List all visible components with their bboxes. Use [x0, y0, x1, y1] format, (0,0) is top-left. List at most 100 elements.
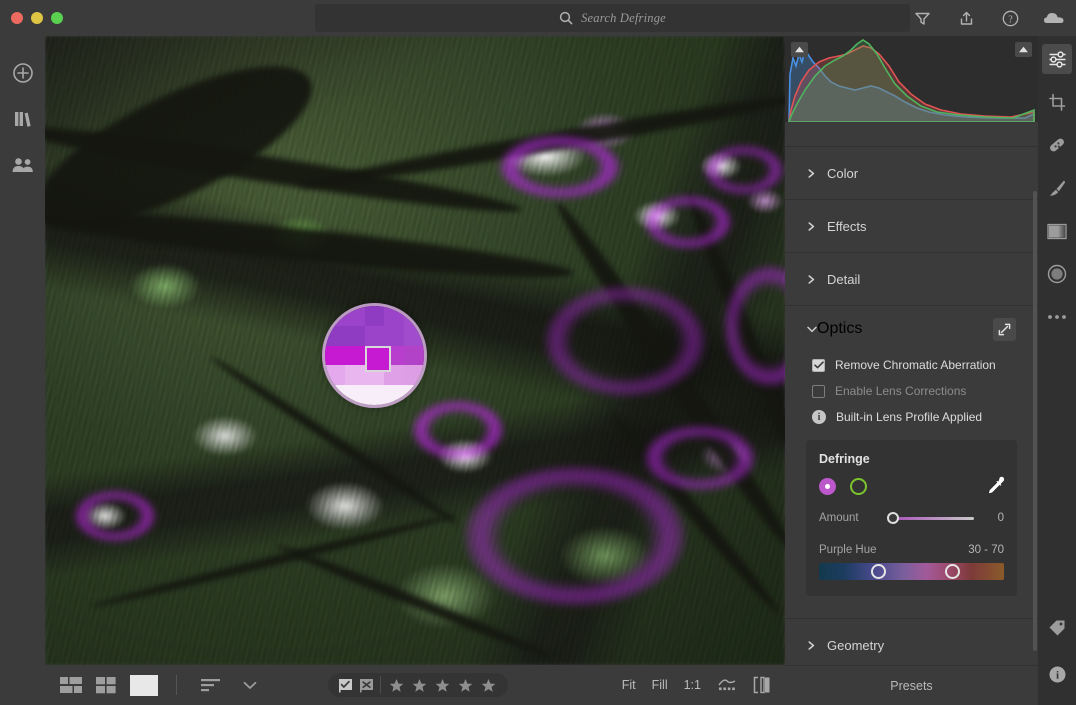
star-5-icon[interactable] — [481, 678, 496, 693]
eyedropper-loupe[interactable] — [322, 303, 427, 408]
search-placeholder: Search Defringe — [581, 11, 666, 26]
star-2-icon[interactable] — [412, 678, 427, 693]
histogram-spacer — [785, 122, 1038, 146]
cloud-icon[interactable] — [1032, 0, 1076, 36]
filter-icon[interactable] — [900, 0, 944, 36]
info-icon[interactable]: i — [1042, 659, 1072, 689]
star-3-icon[interactable] — [435, 678, 450, 693]
loupe-selected-pixel — [365, 346, 391, 372]
purple-hue-high-knob[interactable] — [945, 564, 960, 579]
section-geometry[interactable]: Geometry — [785, 618, 1038, 671]
chevron-right-icon — [807, 169, 816, 178]
grid-view-icon[interactable] — [60, 677, 82, 694]
star-1-icon[interactable] — [389, 678, 404, 693]
zoom-button[interactable] — [51, 12, 63, 24]
lens-profile-note-label: Built-in Lens Profile Applied — [836, 410, 982, 424]
section-effects[interactable]: Effects — [785, 199, 1038, 252]
zoom-controls: Fit Fill 1:1 — [622, 676, 785, 694]
brush-icon[interactable] — [1042, 173, 1072, 203]
histogram-highlight-clipping-toggle[interactable] — [1015, 42, 1032, 57]
section-color[interactable]: Color — [785, 146, 1038, 199]
purple-swatch-dot — [825, 484, 830, 489]
chevron-down-icon[interactable] — [243, 681, 257, 690]
eyedropper-icon[interactable] — [983, 474, 1007, 503]
option-enable-lens-corrections[interactable]: Enable Lens Corrections — [785, 378, 1038, 404]
edit-icon[interactable] — [1042, 44, 1072, 74]
crop-icon[interactable] — [1042, 87, 1072, 117]
defringe-card: Defringe Amount 0 — [806, 440, 1017, 596]
share-icon[interactable] — [944, 0, 988, 36]
defringe-amount-knob[interactable] — [887, 512, 899, 524]
optics-expand-button[interactable] — [993, 318, 1016, 341]
remove-chromatic-aberration-checkbox[interactable] — [812, 359, 825, 372]
minimize-button[interactable] — [31, 12, 43, 24]
purple-swatch[interactable] — [819, 478, 836, 495]
green-swatch[interactable] — [850, 478, 867, 495]
add-photos-icon[interactable] — [0, 50, 45, 96]
section-effects-label: Effects — [827, 219, 867, 234]
zoom-fill[interactable]: Fill — [652, 678, 668, 692]
more-icon[interactable] — [1042, 302, 1072, 332]
chevron-down-icon — [807, 326, 817, 333]
section-optics: Optics Remove Chromatic Aberration En — [785, 305, 1038, 600]
presets-button[interactable]: Presets — [785, 665, 1038, 705]
zoom-fit[interactable]: Fit — [622, 678, 636, 692]
defringe-amount-track[interactable] — [889, 517, 974, 520]
defringe-amount-label: Amount — [819, 512, 881, 524]
star-4-icon[interactable] — [458, 678, 473, 693]
filmstrip-toggle-icon[interactable] — [717, 677, 737, 693]
detail-view-icon[interactable] — [130, 675, 158, 696]
flag-rejected-icon[interactable] — [359, 678, 374, 693]
linear-gradient-icon[interactable] — [1042, 216, 1072, 246]
section-geometry-label: Geometry — [827, 638, 884, 653]
flag-picked-icon[interactable] — [338, 678, 353, 693]
top-bar: Search Defringe ? — [0, 0, 1076, 36]
chevron-right-icon — [807, 222, 816, 231]
keywords-icon[interactable] — [1042, 613, 1072, 643]
defringe-swatches — [819, 478, 1004, 495]
lens-profile-note: i Built-in Lens Profile Applied — [785, 404, 1038, 430]
svg-text:i: i — [1055, 669, 1058, 681]
panel-scrollbar[interactable] — [1033, 191, 1037, 651]
sort-icon[interactable] — [201, 678, 221, 693]
enable-lens-corrections-checkbox[interactable] — [812, 385, 825, 398]
image-canvas[interactable] — [45, 36, 785, 665]
section-optics-label: Optics — [817, 320, 862, 338]
section-detail-label: Detail — [827, 272, 860, 287]
left-rail — [0, 36, 45, 705]
purple-hue-range-slider[interactable] — [819, 563, 1004, 580]
remove-chromatic-aberration-label: Remove Chromatic Aberration — [835, 358, 996, 372]
info-icon: i — [812, 410, 826, 424]
enable-lens-corrections-label: Enable Lens Corrections — [835, 384, 966, 398]
purple-hue-low-knob[interactable] — [871, 564, 886, 579]
purple-hue-label: Purple Hue — [819, 544, 877, 556]
histogram-graph — [785, 36, 1038, 122]
defringe-amount-value: 0 — [982, 512, 1004, 524]
histogram[interactable] — [785, 36, 1038, 122]
healing-icon[interactable] — [1042, 130, 1072, 160]
zoom-1-1[interactable]: 1:1 — [684, 678, 701, 692]
right-rail: i — [1038, 36, 1076, 705]
section-detail[interactable]: Detail — [785, 252, 1038, 305]
section-optics-header[interactable]: Optics — [785, 306, 1038, 352]
chevron-right-icon — [807, 275, 816, 284]
radial-gradient-icon[interactable] — [1042, 259, 1072, 289]
defringe-purple-hue-row: Purple Hue 30 - 70 — [819, 544, 1004, 556]
flag-group — [332, 678, 380, 693]
section-color-label: Color — [827, 166, 858, 181]
star-rating[interactable] — [381, 678, 504, 693]
before-after-icon[interactable] — [753, 676, 771, 694]
shared-icon[interactable] — [0, 142, 45, 188]
window-controls — [0, 12, 63, 24]
defringe-amount-slider[interactable]: Amount 0 — [819, 512, 1004, 524]
flag-rating-group — [328, 673, 508, 697]
square-grid-view-icon[interactable] — [96, 677, 116, 694]
option-remove-chromatic-aberration[interactable]: Remove Chromatic Aberration — [785, 352, 1038, 378]
search-icon — [559, 11, 573, 25]
help-icon[interactable]: ? — [988, 0, 1032, 36]
search-input[interactable]: Search Defringe — [315, 4, 910, 32]
library-icon[interactable] — [0, 96, 45, 142]
histogram-shadow-clipping-toggle[interactable] — [791, 42, 808, 57]
close-button[interactable] — [11, 12, 23, 24]
presets-label: Presets — [890, 679, 932, 693]
